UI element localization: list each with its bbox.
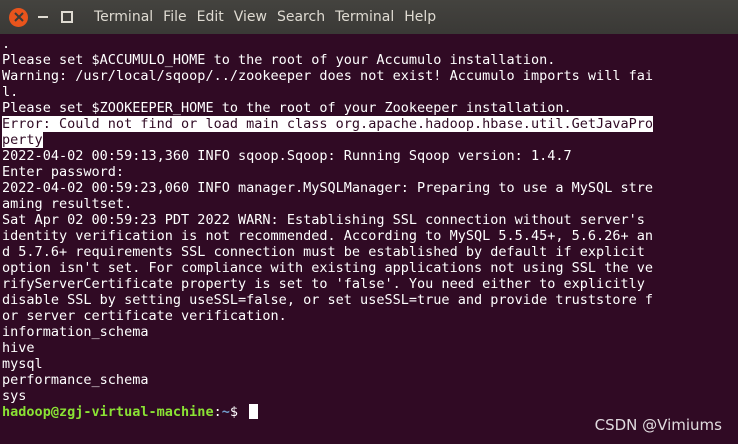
minimize-icon (38, 16, 48, 18)
menu-terminal-title[interactable]: Terminal (90, 0, 159, 34)
output-line: mysql (2, 356, 43, 372)
menu-help[interactable]: Help (400, 0, 442, 34)
output-line: aming resultset. (2, 196, 133, 212)
text-cursor (249, 404, 259, 419)
selected-text: Error: Could not find or load main class… (2, 116, 654, 132)
output-line: Enter password: (2, 164, 125, 180)
title-bar: Terminal File Edit View Search Terminal … (0, 0, 738, 34)
menu-file[interactable]: File (159, 0, 192, 34)
output-line: disable SSL by setting useSSL=false, or … (2, 292, 654, 308)
output-line: identity verification is not recommended… (2, 228, 654, 244)
output-line: information_schema (2, 324, 149, 340)
selected-output-line: perty (2, 132, 736, 148)
minimize-button[interactable] (34, 8, 52, 26)
menu-terminal[interactable]: Terminal (331, 0, 400, 34)
close-icon (13, 12, 24, 22)
output-line: sys (2, 388, 27, 404)
output-line: 2022-04-02 00:59:23,060 INFO manager.MyS… (2, 180, 654, 196)
output-line: d 5.7.6+ requirements SSL connection mus… (2, 244, 645, 260)
selected-output-line: Error: Could not find or load main class… (2, 116, 736, 132)
output-line: Please set $ACCUMULO_HOME to the root of… (2, 52, 556, 68)
terminal-output[interactable]: . Please set $ACCUMULO_HOME to the root … (2, 36, 736, 442)
output-line: Warning: /usr/local/sqoop/../zookeeper d… (2, 68, 654, 84)
maximize-icon (61, 11, 73, 23)
prompt-symbol: $ (229, 404, 247, 420)
output-line: 2022-04-02 00:59:13,360 INFO sqoop.Sqoop… (2, 148, 572, 164)
prompt-path: ~ (221, 404, 230, 420)
output-line: performance_schema (2, 372, 149, 388)
close-button[interactable] (9, 7, 28, 27)
menu-bar: Terminal File Edit View Search Terminal … (90, 0, 442, 34)
output-line: option isn't set. For compliance with ex… (2, 260, 654, 276)
output-line: hive (2, 340, 35, 356)
prompt-separator: : (213, 404, 222, 420)
menu-edit[interactable]: Edit (193, 0, 230, 34)
watermark: CSDN @Vimiums (594, 416, 722, 434)
terminal-window: Terminal File Edit View Search Terminal … (0, 0, 738, 444)
prompt-user-host: hadoop@zgj-virtual-machine (2, 404, 214, 420)
output-line: l. (2, 84, 19, 100)
output-line: Please set $ZOOKEEPER_HOME to the root o… (2, 100, 572, 116)
output-line: Sat Apr 02 00:59:23 PDT 2022 WARN: Estab… (2, 212, 645, 228)
menu-view[interactable]: View (230, 0, 273, 34)
output-line: . (2, 36, 11, 52)
output-line: or server certificate verification. (2, 308, 287, 324)
menu-search[interactable]: Search (273, 0, 331, 34)
output-line: rifyServerCertificate property is set to… (2, 276, 645, 292)
selected-text: perty (2, 132, 43, 148)
maximize-button[interactable] (58, 8, 76, 26)
